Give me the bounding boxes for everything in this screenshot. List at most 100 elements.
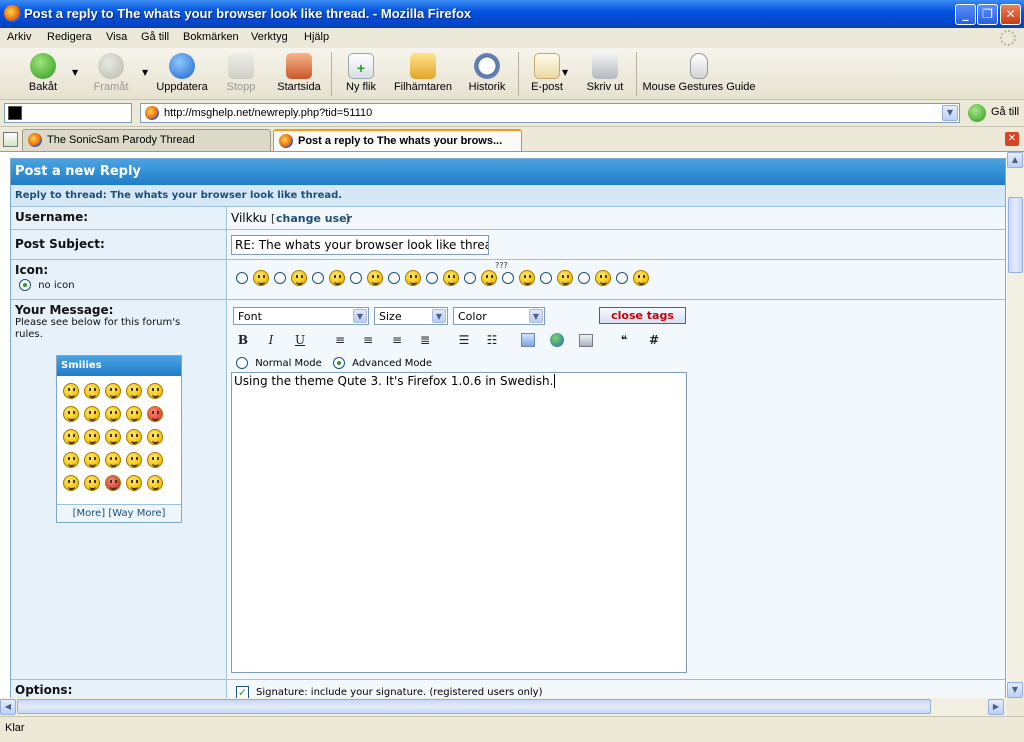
- smiley-icon[interactable]: [126, 475, 142, 491]
- insert-email-icon[interactable]: [579, 334, 593, 347]
- smiley-icon[interactable]: [105, 475, 121, 491]
- numbered-list-icon[interactable]: ☰: [456, 332, 472, 348]
- smiley-icon[interactable]: [105, 429, 121, 445]
- color-select[interactable]: Color ▼: [453, 307, 545, 325]
- scroll-thumb[interactable]: [1008, 197, 1023, 273]
- smiley-icon[interactable]: [84, 475, 100, 491]
- italic-button[interactable]: I: [263, 332, 279, 348]
- close-tab-icon[interactable]: ✕: [1005, 132, 1019, 146]
- insert-link-icon[interactable]: [550, 333, 564, 347]
- smiley-icon[interactable]: [84, 452, 100, 468]
- smiley-icon[interactable]: [84, 429, 100, 445]
- new-tab-button[interactable]: + Ny flik: [338, 50, 384, 98]
- smiley-icon[interactable]: [147, 452, 163, 468]
- code-button[interactable]: #: [646, 332, 662, 348]
- post-icon-radio[interactable]: [426, 272, 438, 284]
- justify-icon[interactable]: ≣: [417, 332, 433, 348]
- menu-bokmarken[interactable]: Bokmärken: [183, 31, 239, 43]
- history-button[interactable]: Historik: [462, 50, 512, 98]
- email-dropdown-icon[interactable]: ▼: [562, 68, 568, 77]
- post-icon-radio[interactable]: [236, 272, 248, 284]
- font-select[interactable]: Font ▼: [233, 307, 369, 325]
- smilies-more-link[interactable]: [More]: [73, 508, 106, 519]
- align-center-icon[interactable]: ≡: [360, 332, 376, 348]
- post-icon-radio[interactable]: [502, 272, 514, 284]
- close-button[interactable]: ✕: [1000, 4, 1021, 25]
- scroll-left-icon[interactable]: ◀: [0, 699, 16, 715]
- maximize-button[interactable]: ❐: [977, 4, 998, 25]
- smilies-way-more-link[interactable]: [Way More]: [108, 508, 165, 519]
- menu-hjalp[interactable]: Hjälp: [304, 31, 329, 43]
- menu-arkiv[interactable]: Arkiv: [7, 31, 31, 43]
- smiley-icon[interactable]: [147, 475, 163, 491]
- smiley-icon[interactable]: [63, 429, 79, 445]
- smiley-icon[interactable]: [84, 406, 100, 422]
- search-engine-icon[interactable]: [8, 106, 22, 120]
- smiley-icon[interactable]: [105, 406, 121, 422]
- smiley-icon[interactable]: [105, 452, 121, 468]
- downloads-button[interactable]: Filhämtaren: [390, 50, 456, 98]
- go-arrow-icon[interactable]: [968, 104, 986, 122]
- back-button[interactable]: Bakåt: [18, 50, 68, 98]
- message-textarea[interactable]: Using the theme Qute 3. It's Firefox 1.0…: [231, 372, 687, 673]
- post-icon-radio[interactable]: [578, 272, 590, 284]
- smiley-icon[interactable]: [126, 406, 142, 422]
- horizontal-scrollbar[interactable]: ◀ ▶: [0, 698, 1007, 716]
- home-button[interactable]: Startsida: [272, 50, 326, 98]
- tab-post-reply[interactable]: Post a reply to The whats your brows...: [273, 129, 522, 151]
- post-icon-radio[interactable]: [464, 272, 476, 284]
- mouse-gestures-button[interactable]: Mouse Gestures Guide: [642, 50, 756, 98]
- smiley-icon[interactable]: [63, 452, 79, 468]
- change-user-link[interactable]: change user: [276, 212, 352, 225]
- smiley-icon[interactable]: [126, 429, 142, 445]
- quote-icon[interactable]: ❝: [616, 332, 632, 348]
- menu-redigera[interactable]: Redigera: [47, 31, 92, 43]
- smiley-icon[interactable]: [84, 383, 100, 399]
- new-tab-icon[interactable]: [3, 132, 18, 147]
- horizontal-scroll-thumb[interactable]: [17, 699, 931, 714]
- menu-verktyg[interactable]: Verktyg: [251, 31, 288, 43]
- underline-button[interactable]: U: [292, 332, 308, 348]
- scroll-right-icon[interactable]: ▶: [988, 699, 1004, 715]
- stop-button[interactable]: Stopp: [220, 50, 262, 98]
- post-icon-radio[interactable]: [312, 272, 324, 284]
- address-dropdown-icon[interactable]: ▼: [942, 105, 958, 121]
- post-icon-radio[interactable]: [616, 272, 628, 284]
- smiley-icon[interactable]: [147, 383, 163, 399]
- align-left-icon[interactable]: ≡: [332, 332, 348, 348]
- subject-input[interactable]: RE: The whats your browser look like thr…: [231, 235, 489, 255]
- bullet-list-icon[interactable]: ☷: [484, 332, 500, 348]
- address-field[interactable]: http://msghelp.net/newreply.php?tid=5111…: [140, 103, 960, 123]
- print-button[interactable]: Skriv ut: [582, 50, 628, 98]
- close-tags-button[interactable]: close tags: [599, 307, 686, 324]
- scroll-up-icon[interactable]: ▲: [1007, 152, 1023, 168]
- post-icon-radio[interactable]: [350, 272, 362, 284]
- post-icon-radio[interactable]: [388, 272, 400, 284]
- advanced-mode-radio[interactable]: [332, 357, 345, 369]
- align-right-icon[interactable]: ≡: [389, 332, 405, 348]
- forward-dropdown-icon[interactable]: ▼: [142, 68, 148, 77]
- go-button-label[interactable]: Gå till: [991, 106, 1019, 118]
- scroll-down-icon[interactable]: ▼: [1007, 682, 1023, 698]
- vertical-scrollbar[interactable]: ▲ ▼: [1007, 152, 1024, 698]
- post-icon-radio[interactable]: [540, 272, 552, 284]
- smiley-icon[interactable]: [147, 406, 163, 422]
- window-titlebar[interactable]: Post a reply to The whats your browser l…: [0, 0, 1024, 28]
- smiley-icon[interactable]: [105, 383, 121, 399]
- menu-ga-till[interactable]: Gå till: [141, 31, 169, 43]
- insert-image-icon[interactable]: [521, 333, 535, 347]
- menu-visa[interactable]: Visa: [106, 31, 127, 43]
- tab-sonicsam-parody[interactable]: The SonicSam Parody Thread: [22, 129, 271, 151]
- post-icon-radio[interactable]: [274, 272, 286, 284]
- back-dropdown-icon[interactable]: ▼: [72, 68, 78, 77]
- smiley-icon[interactable]: [63, 406, 79, 422]
- smiley-icon[interactable]: [126, 452, 142, 468]
- smiley-icon[interactable]: [63, 383, 79, 399]
- reload-button[interactable]: Uppdatera: [154, 50, 210, 98]
- forward-button[interactable]: Framåt: [88, 50, 134, 98]
- normal-mode-radio[interactable]: [236, 357, 248, 369]
- search-box[interactable]: [4, 103, 132, 123]
- no-icon-radio[interactable]: [19, 279, 31, 291]
- minimize-button[interactable]: _: [955, 4, 976, 25]
- smiley-icon[interactable]: [147, 429, 163, 445]
